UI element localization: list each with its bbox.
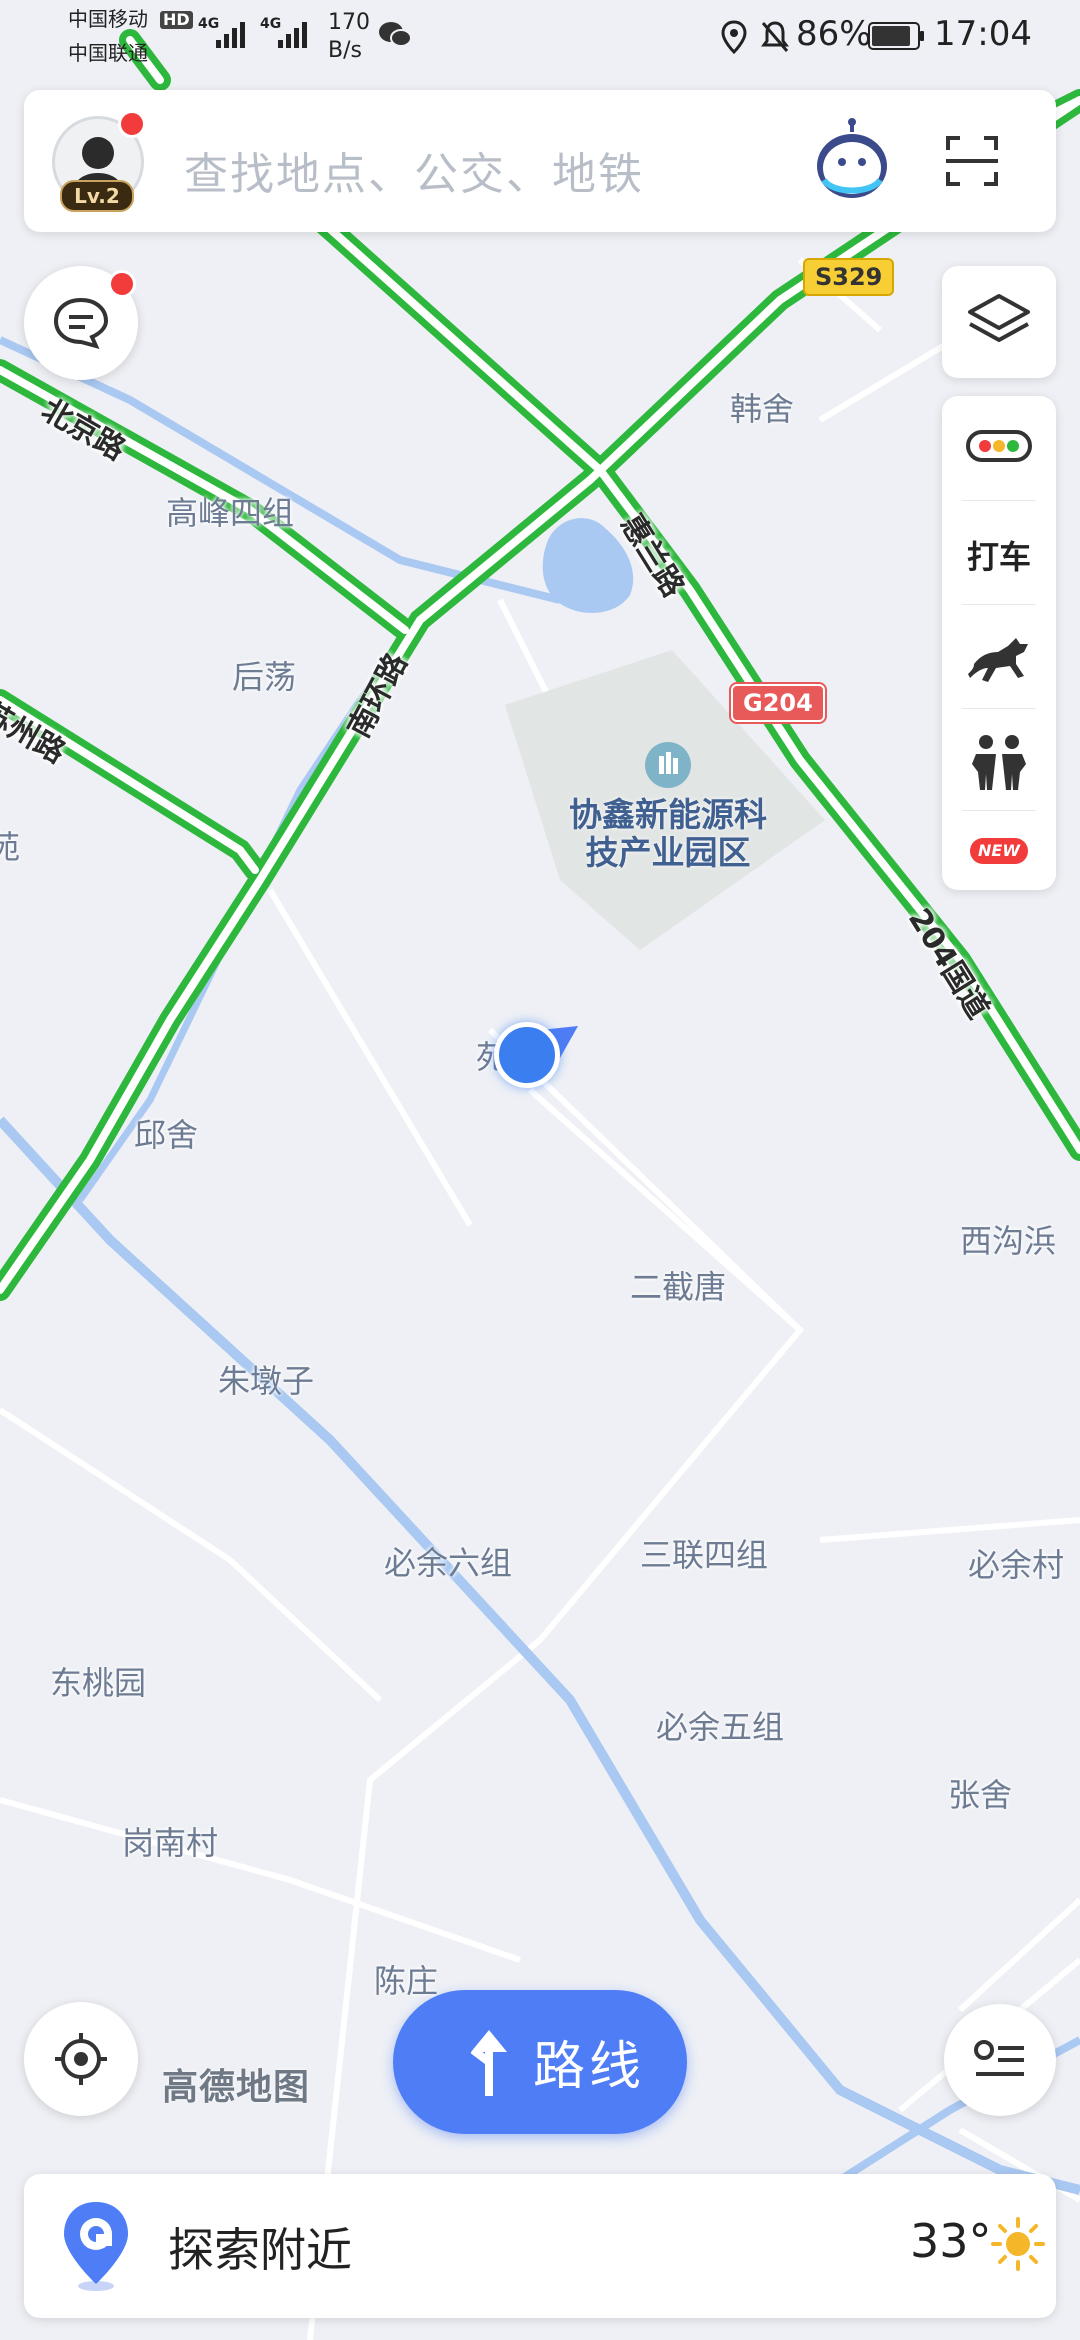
- route-arrow-icon: [470, 2030, 507, 2096]
- taxi-button[interactable]: 打车: [942, 506, 1056, 602]
- place-label: 后荡: [232, 658, 297, 696]
- location-icon: [721, 20, 747, 54]
- map-canvas[interactable]: [0, 0, 1080, 2340]
- layers-button[interactable]: [942, 266, 1056, 378]
- place-label: 必余五组: [656, 1708, 785, 1746]
- new-badge: NEW: [970, 838, 1028, 864]
- taxi-label: 打车: [966, 538, 1031, 576]
- place-label: 张舍: [948, 1776, 1013, 1814]
- message-notification-dot: [108, 270, 136, 298]
- user-location-marker[interactable]: [494, 1022, 560, 1088]
- toolbar-divider: [962, 708, 1036, 709]
- toolbar-divider: [962, 810, 1036, 811]
- mute-icon: [761, 21, 789, 52]
- place-label: 苑: [0, 828, 21, 866]
- water: [0, 336, 1080, 2195]
- place-label: 二截唐: [630, 1268, 727, 1306]
- poi-label-line1: 协鑫新能源科: [569, 795, 767, 834]
- horse-button[interactable]: [942, 612, 1056, 708]
- amap-watermark: 高德地图: [162, 2067, 311, 2108]
- message-icon: [53, 297, 109, 350]
- temperature: 33°: [910, 2214, 992, 2268]
- avatar-notification-dot: [118, 110, 146, 138]
- list-button[interactable]: [944, 2004, 1056, 2116]
- battery-icon: [868, 22, 924, 50]
- shield-g204: G204: [731, 684, 825, 722]
- place-label: 三联四组: [640, 1536, 769, 1574]
- shield-s329: S329: [803, 258, 895, 296]
- place-label: 必余六组: [384, 1544, 513, 1582]
- people-icon: [972, 735, 1026, 790]
- assistant-robot-icon[interactable]: [812, 118, 892, 200]
- level-badge: Lv.2: [60, 180, 134, 212]
- locate-button[interactable]: [24, 2002, 138, 2116]
- wechat-icon: [379, 22, 412, 47]
- place-label: 岗南村: [122, 1824, 219, 1862]
- place-label: 必余村: [968, 1546, 1065, 1584]
- poi-label[interactable]: 协鑫新能源科 技产业园区: [540, 796, 796, 872]
- place-label: 陈庄: [374, 1962, 439, 2000]
- net-speed-unit: B/s: [328, 38, 362, 63]
- crosshair-icon: [55, 2033, 107, 2085]
- place-label: 高峰四组: [166, 494, 295, 532]
- toolbar-divider: [962, 604, 1036, 605]
- scan-icon[interactable]: [944, 134, 1000, 188]
- new-feature-button[interactable]: NEW: [942, 816, 1056, 886]
- clock: 17:04: [934, 14, 1032, 54]
- poi-building-icon[interactable]: [645, 742, 691, 788]
- place-label: 邱舍: [134, 1116, 199, 1154]
- carrier-2: 中国联通: [68, 41, 148, 65]
- place-label: 西沟浜: [960, 1222, 1057, 1260]
- traffic-light-icon: [966, 430, 1032, 462]
- route-button[interactable]: 路线: [393, 1990, 687, 2134]
- poi-label-line2: 技产业园区: [585, 833, 751, 872]
- walk-together-button[interactable]: [942, 714, 1056, 806]
- sun-icon: [991, 2217, 1045, 2271]
- place-label: 韩舍: [730, 390, 795, 428]
- net-speed-value: 170: [328, 10, 370, 35]
- signal-icon-2: [278, 22, 307, 48]
- place-label: 朱墩子: [218, 1362, 315, 1400]
- route-button-label: 路线: [533, 2037, 646, 2097]
- layers-icon: [968, 294, 1030, 342]
- carrier-1: 中国移动: [68, 7, 148, 31]
- signal-icon: [216, 22, 245, 48]
- hd-badge: HD: [160, 11, 193, 29]
- traffic-toggle[interactable]: [942, 396, 1056, 496]
- horse-icon: [968, 638, 1028, 682]
- battery-percent: 86%: [796, 14, 872, 54]
- place-label: 东桃园: [50, 1664, 147, 1702]
- explore-pin-icon: [64, 2202, 128, 2291]
- toolbar-divider: [962, 500, 1036, 501]
- list-icon: [974, 2040, 1024, 2076]
- search-input[interactable]: 查找地点、公交、地铁: [184, 138, 644, 202]
- explore-nearby-label: 探索附近: [168, 2223, 352, 2277]
